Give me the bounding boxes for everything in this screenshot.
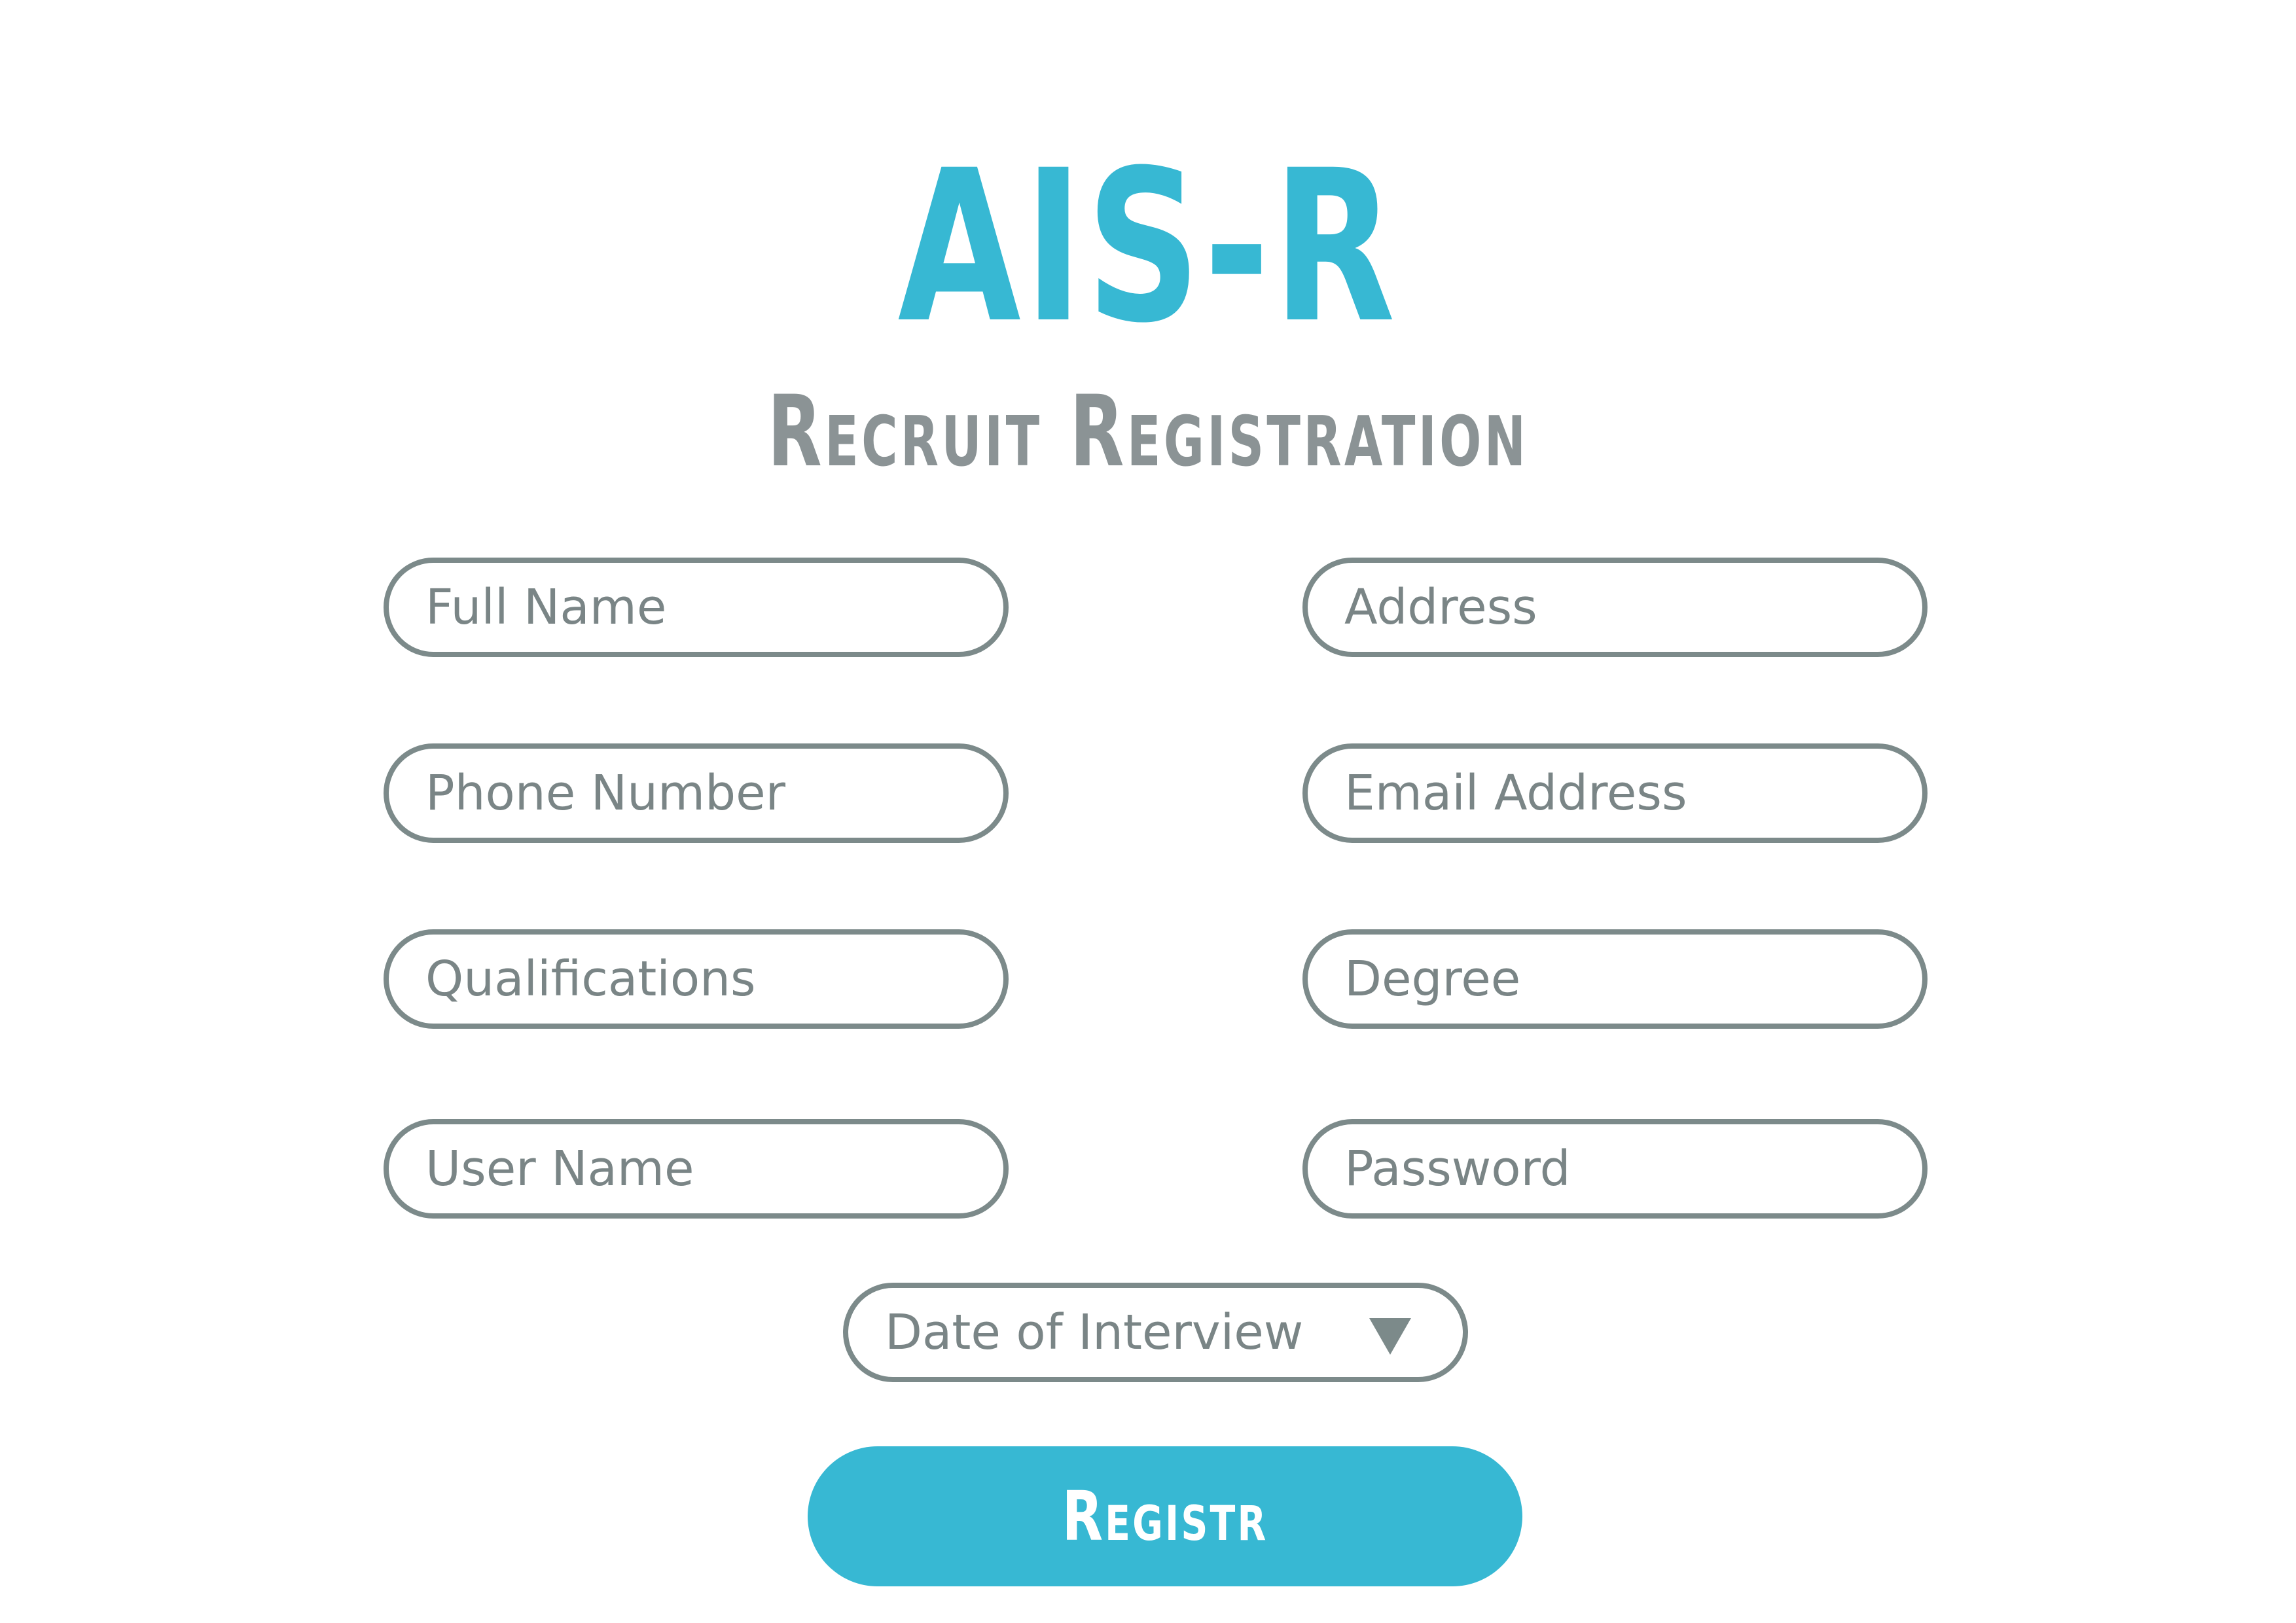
- phone-number-field[interactable]: Phone Number: [384, 743, 1009, 843]
- email-address-placeholder: Email Address: [1344, 765, 1687, 821]
- user-name-field[interactable]: User Name: [384, 1119, 1009, 1219]
- address-placeholder: Address: [1344, 579, 1537, 635]
- full-name-field[interactable]: Full Name: [384, 558, 1009, 657]
- triangle-down-icon[interactable]: [1369, 1318, 1411, 1355]
- password-field[interactable]: Password: [1302, 1119, 1928, 1219]
- password-placeholder: Password: [1344, 1141, 1571, 1197]
- page-subtitle: Recruit Registration: [767, 375, 1529, 489]
- degree-field[interactable]: Degree: [1302, 929, 1928, 1029]
- full-name-placeholder: Full Name: [425, 579, 667, 635]
- register-button-label: Registr: [1062, 1476, 1268, 1556]
- date-of-interview-select[interactable]: Date of Interview: [843, 1283, 1468, 1382]
- app-title: AIS-R: [897, 126, 1399, 369]
- date-of-interview-placeholder: Date of Interview: [885, 1304, 1304, 1361]
- email-address-field[interactable]: Email Address: [1302, 743, 1928, 843]
- qualifications-field[interactable]: Qualifications: [384, 929, 1009, 1029]
- degree-placeholder: Degree: [1344, 951, 1521, 1007]
- address-field[interactable]: Address: [1302, 558, 1928, 657]
- qualifications-placeholder: Qualifications: [425, 951, 756, 1007]
- phone-number-placeholder: Phone Number: [425, 765, 786, 821]
- register-button[interactable]: Registr: [808, 1446, 1522, 1586]
- user-name-placeholder: User Name: [425, 1141, 694, 1197]
